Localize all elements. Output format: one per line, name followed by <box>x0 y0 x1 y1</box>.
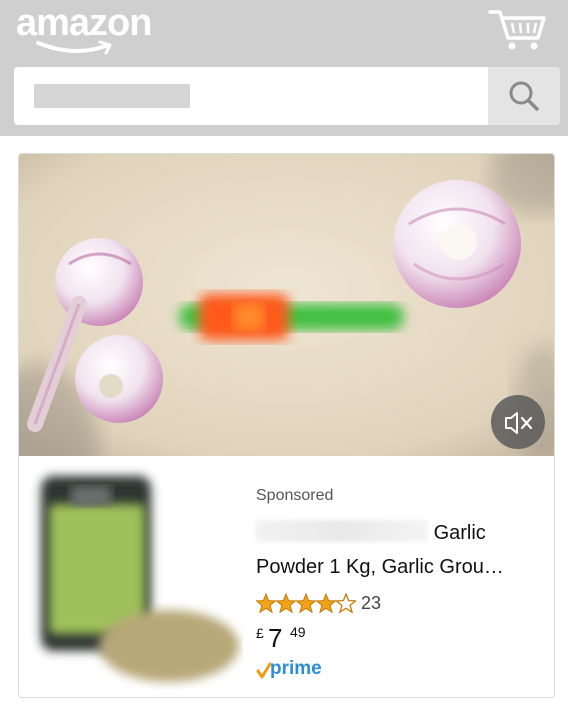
price-whole: 7 <box>268 623 283 653</box>
mute-button[interactable] <box>491 395 545 449</box>
search-input[interactable] <box>14 67 488 125</box>
product-title-part2: Powder 1 Kg, Garlic Grou… <box>256 556 504 578</box>
search-bar <box>14 67 560 125</box>
sponsored-label: Sponsored <box>256 487 334 504</box>
mute-icon <box>505 412 533 434</box>
search-button[interactable] <box>488 67 560 125</box>
ad-video[interactable] <box>19 154 554 544</box>
product-title-part1: Garlic <box>433 522 486 544</box>
price-currency: £ <box>256 625 264 641</box>
amazon-logo[interactable]: amazon <box>16 2 152 45</box>
search-icon <box>509 81 539 111</box>
prime-label: prime <box>270 658 322 679</box>
brand-name-redacted <box>256 520 428 542</box>
header: amazon <box>0 0 568 136</box>
cart-icon[interactable] <box>488 6 548 52</box>
product-listing[interactable]: Sponsored Garlic Powder 1 Kg, Garlic Gro… <box>19 456 554 698</box>
product-title[interactable]: Garlic Powder 1 Kg, Garlic Grou… <box>256 516 546 584</box>
amazon-smile-icon <box>36 40 112 55</box>
sponsored-ad-card[interactable]: Sponsored Garlic Powder 1 Kg, Garlic Gro… <box>18 153 555 698</box>
product-rating[interactable]: 23 <box>255 592 381 615</box>
price-fraction: 49 <box>290 624 306 640</box>
star-rating-icon <box>255 592 358 614</box>
garlic-video-frame <box>19 154 554 544</box>
rating-count[interactable]: 23 <box>361 593 381 614</box>
product-image[interactable] <box>19 456 243 698</box>
